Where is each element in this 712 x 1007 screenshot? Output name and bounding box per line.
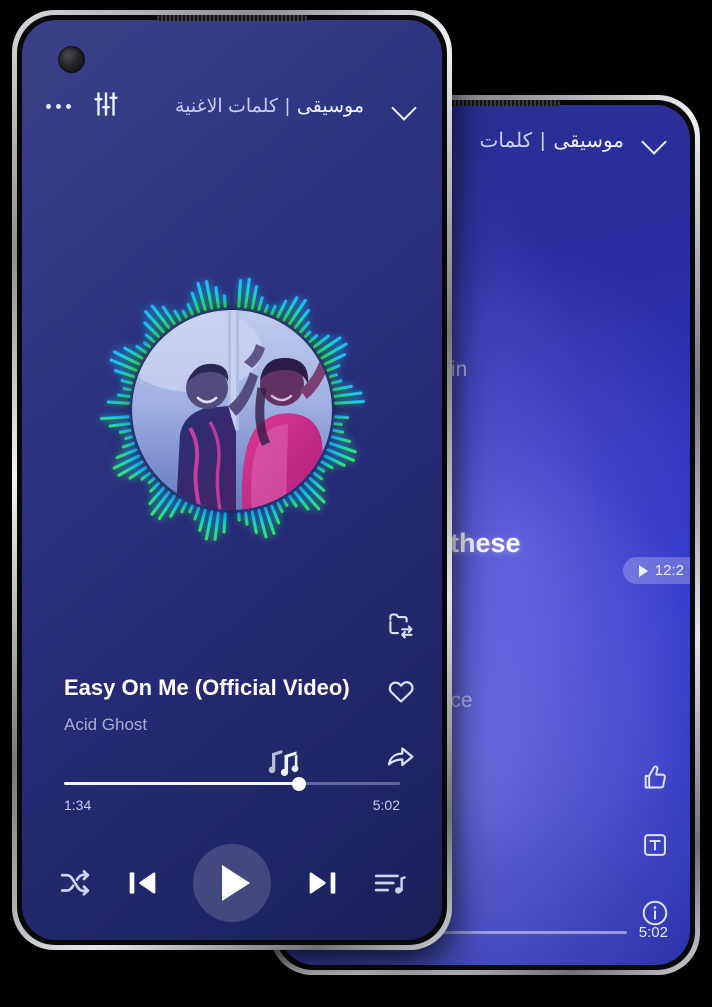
equalizer-icon[interactable] [91,89,121,124]
screenshot-stage: موسيقى|كلمات ut The Window old in this r… [0,0,712,1007]
share-icon[interactable] [384,740,418,774]
next-button[interactable] [302,863,342,903]
play-icon [221,865,250,901]
front-phone-screen: موسيقى|كلمات الاغنية Easy On Me (Officia… [22,20,442,940]
thumbs-up-icon[interactable] [638,760,672,794]
lyrics-header-title[interactable]: موسيقى|كلمات [480,128,624,153]
queue-button[interactable] [372,866,406,900]
player-header-title[interactable]: موسيقى|كلمات الاغنية [175,95,364,118]
album-art-visualizer [94,272,370,548]
front-phone-bezel: موسيقى|كلمات الاغنية Easy On Me (Officia… [17,15,447,945]
chevron-down-icon[interactable] [642,127,668,153]
track-info: Easy On Me (Official Video) Acid Ghost [64,675,350,735]
track-title: Easy On Me (Official Video) [64,675,350,700]
seek-progress [64,782,300,785]
current-time: 1:34 [64,797,92,813]
more-options-icon[interactable] [46,103,71,109]
text-translate-icon[interactable] [638,828,672,862]
previous-button[interactable] [123,863,163,903]
player-header: موسيقى|كلمات الاغنية [22,82,442,130]
lyrics-action-rail [638,760,672,930]
seek-times: 1:34 5:02 [64,797,400,813]
earpiece-speaker [157,15,307,21]
timestamp-text: 12:2 [654,562,684,579]
heart-icon[interactable] [384,674,418,708]
seek-handle[interactable] [292,776,307,791]
seek-area: 1:34 5:02 [64,750,400,813]
seek-bar[interactable] [64,776,400,791]
shuffle-button[interactable] [58,866,92,900]
playback-controls [22,828,442,938]
track-artist: Acid Ghost [64,715,148,734]
add-to-playlist-icon[interactable] [384,608,418,642]
player-action-rail [384,608,418,774]
chevron-down-icon[interactable] [392,93,418,119]
timestamp-badge[interactable]: 12:2 [622,557,690,584]
lyrics-duration: 5:02 [638,923,668,941]
front-phone-device: موسيقى|كلمات الاغنية Easy On Me (Officia… [12,10,452,950]
total-time: 5:02 [372,797,400,813]
play-button[interactable] [193,844,271,922]
front-camera [58,46,85,73]
album-art[interactable] [132,310,332,510]
play-icon [638,564,648,577]
